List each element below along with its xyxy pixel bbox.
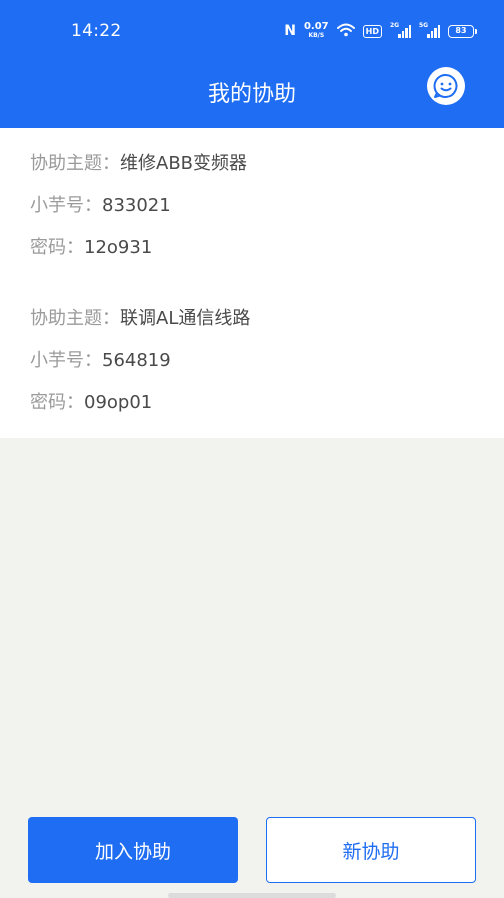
hd-icon: HD [362,24,382,38]
network-speed: 0.07 KB/S [304,22,329,40]
password-label: 密码： [30,237,84,258]
status-icons: N 0.07 KB/S HD 2G 5G 83 [284,20,477,42]
password-row: 密码：09op01 [30,382,250,424]
topic-row: 协助主题：维修ABB变频器 [30,143,247,185]
password-value: 12o931 [84,237,153,258]
new-assist-button[interactable]: 新协助 [266,817,476,883]
network-speed-unit: KB/S [308,32,325,39]
chat-button[interactable] [427,67,465,105]
signal-generation: 5G [419,22,429,29]
password-label: 密码： [30,392,84,413]
topic-value: 联调AL通信线路 [120,308,251,329]
status-bar: 14:22 N 0.07 KB/S HD 2G 5G 83 [0,0,504,64]
signal-icon: 2G [390,22,411,38]
code-row: 小芋号：564819 [30,340,250,382]
code-label: 小芋号： [30,195,102,216]
join-assist-button[interactable]: 加入协助 [28,817,238,883]
list-item[interactable]: 协助主题：维修ABB变频器 小芋号：833021 密码：12o931 [30,143,247,269]
signal-icon: 5G [419,22,440,38]
topic-value: 维修ABB变频器 [120,153,248,174]
network-speed-value: 0.07 [303,21,329,32]
assist-list: 协助主题：维修ABB变频器 小芋号：833021 密码：12o931 协助主题：… [0,128,504,438]
smiley-chat-icon [433,73,458,98]
password-value: 09op01 [84,392,153,413]
app-bar: 我的协助 [0,64,504,128]
code-label: 小芋号： [30,350,102,371]
status-time: 14:22 [71,21,122,41]
signal-generation: 2G [390,22,400,29]
home-indicator[interactable] [168,893,336,898]
topic-row: 协助主题：联调AL通信线路 [30,298,250,340]
battery-icon: 83 [448,24,477,38]
nfc-icon: N [284,23,296,39]
code-value: 564819 [102,350,171,371]
topic-label: 协助主题： [30,153,120,174]
topic-label: 协助主题： [30,308,120,329]
password-row: 密码：12o931 [30,227,247,269]
wifi-icon [336,23,355,40]
list-item[interactable]: 协助主题：联调AL通信线路 小芋号：564819 密码：09op01 [30,298,250,424]
code-row: 小芋号：833021 [30,185,247,227]
code-value: 833021 [102,195,171,216]
